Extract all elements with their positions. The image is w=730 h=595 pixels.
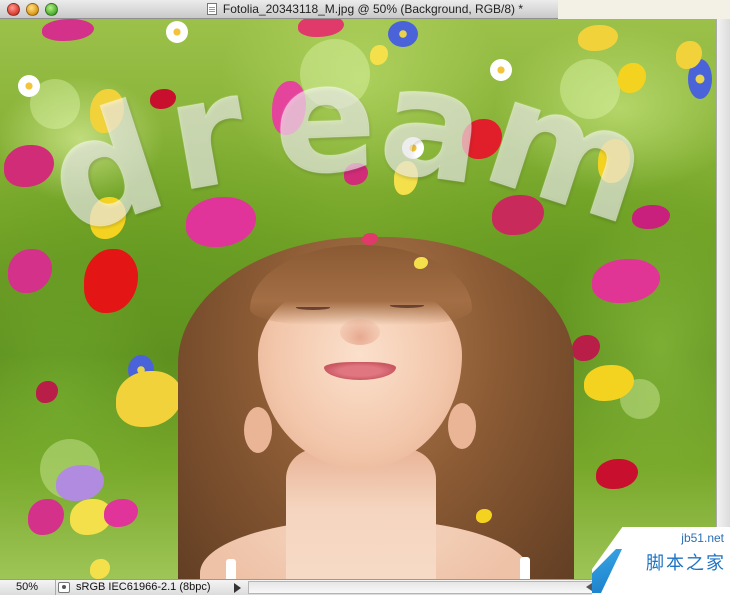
petal	[42, 19, 94, 41]
watermark-url: jb51.net	[681, 531, 724, 545]
petal	[90, 559, 110, 579]
image-canvas[interactable]: d r e a m	[0, 19, 716, 579]
zoom-level[interactable]: 50%	[0, 580, 56, 595]
petal	[572, 335, 600, 361]
petal	[8, 249, 52, 293]
watermark-name: 脚本之家	[646, 553, 726, 574]
top-strap	[226, 559, 236, 579]
dream-letter-r: r	[155, 41, 259, 227]
title-bar: Fotolia_20343118_M.jpg @ 50% (Background…	[0, 0, 730, 24]
play-arrow-icon[interactable]	[234, 583, 241, 593]
dream-text-overlay: d r e a m	[27, 31, 672, 270]
dream-letter-d: d	[27, 70, 184, 270]
closed-eye	[296, 305, 330, 310]
dream-letter-e: e	[270, 31, 379, 209]
daisy-flower	[18, 75, 40, 97]
document-status-icon[interactable]	[58, 582, 70, 593]
top-strap	[520, 557, 530, 579]
site-watermark: jb51.net 脚本之家	[592, 527, 730, 595]
daisy-flower	[166, 21, 188, 43]
petal	[56, 465, 104, 501]
petal	[104, 499, 138, 527]
color-profile-info: sRGB IEC61966-2.1 (8bpc)	[76, 581, 211, 593]
document-title: Fotolia_20343118_M.jpg @ 50% (Background…	[222, 2, 524, 16]
petal	[28, 499, 64, 535]
petal	[596, 459, 638, 489]
vertical-scrollbar[interactable]	[716, 19, 730, 579]
girl-nose	[340, 319, 380, 345]
girl-ear	[244, 407, 272, 453]
horizontal-scrollbar[interactable]	[248, 581, 598, 594]
petal	[578, 25, 618, 51]
petal	[36, 381, 58, 403]
petal	[116, 371, 182, 427]
document-icon	[206, 3, 217, 15]
dream-letter-m: m	[466, 45, 670, 260]
closed-eye	[390, 303, 424, 308]
girl-ear	[448, 403, 476, 449]
